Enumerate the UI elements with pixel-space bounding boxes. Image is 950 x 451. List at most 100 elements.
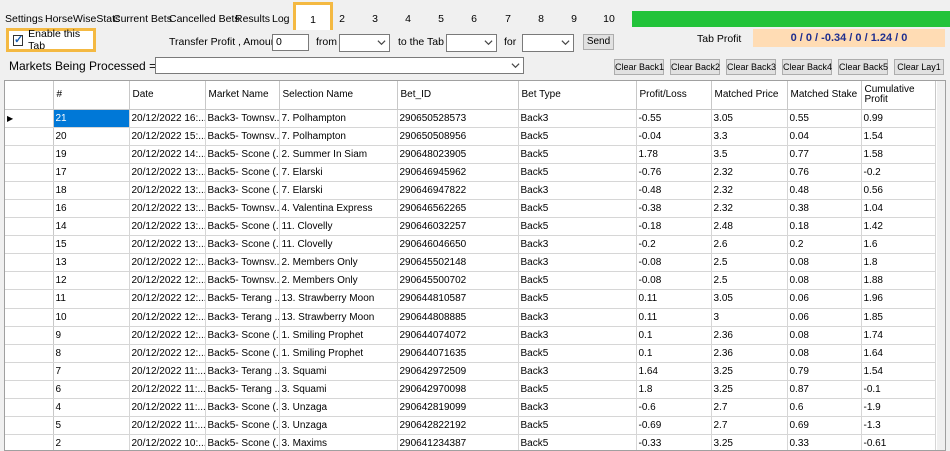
table-cell[interactable]: 4: [53, 398, 130, 418]
column-header-bet-type[interactable]: Bet Type: [518, 81, 637, 110]
table-cell[interactable]: 0.55: [787, 109, 862, 128]
row-header[interactable]: [5, 181, 54, 200]
table-row[interactable]: 9 20/12/2022 12:... Back3- Scone (... 1. Sm…: [5, 326, 936, 345]
table-cell[interactable]: Back3- Scone (...: [205, 181, 280, 200]
table-cell[interactable]: 20/12/2022 13:...: [129, 217, 206, 237]
table-cell[interactable]: -0.48: [636, 181, 712, 200]
table-cell[interactable]: 0.1: [636, 326, 712, 345]
clear-lay1-button[interactable]: Clear Lay1: [894, 59, 944, 75]
table-cell[interactable]: 0.33: [787, 434, 862, 450]
table-cell[interactable]: Back5- Terang ...: [205, 380, 280, 400]
row-header[interactable]: [5, 398, 54, 418]
table-cell[interactable]: 3.5: [711, 145, 788, 164]
table-cell[interactable]: Back3- Townsv...: [205, 253, 280, 273]
table-row[interactable]: 7 20/12/2022 11:... Back3- Terang ... 3. Sq…: [5, 362, 936, 381]
table-cell[interactable]: -0.08: [636, 253, 712, 273]
table-cell[interactable]: 2.5: [711, 253, 788, 273]
column-header-selection-name[interactable]: Selection Name: [279, 81, 398, 110]
to-tab-dropdown[interactable]: [446, 34, 497, 52]
clear-back3-button[interactable]: Clear Back3: [726, 59, 776, 75]
table-cell[interactable]: 290644074072: [397, 326, 519, 345]
table-cell[interactable]: 290648023905: [397, 145, 519, 164]
table-cell[interactable]: Back5: [518, 434, 637, 450]
table-cell[interactable]: Back5: [518, 271, 637, 291]
row-header[interactable]: [5, 253, 54, 273]
table-cell[interactable]: 20/12/2022 11:...: [129, 398, 206, 418]
table-cell[interactable]: 290644071635: [397, 344, 519, 363]
table-cell[interactable]: 0.06: [787, 308, 862, 327]
table-cell[interactable]: 0.69: [787, 416, 862, 436]
table-cell[interactable]: 0.77: [787, 145, 862, 164]
table-cell[interactable]: 1.42: [861, 217, 936, 237]
table-cell[interactable]: 0.6: [787, 398, 862, 418]
table-cell[interactable]: 1.96: [861, 289, 936, 309]
table-cell[interactable]: 290642822192: [397, 416, 519, 436]
table-cell[interactable]: -0.76: [636, 163, 712, 182]
table-cell[interactable]: -0.6: [636, 398, 712, 418]
table-cell[interactable]: 1. Smiling Prophet: [279, 344, 398, 363]
row-header[interactable]: [5, 199, 54, 219]
table-cell[interactable]: Back5- Scone (...: [205, 217, 280, 237]
table-cell[interactable]: Back3: [518, 253, 637, 273]
table-cell[interactable]: 0.11: [636, 289, 712, 309]
table-cell[interactable]: 7: [53, 362, 130, 381]
tab-horsewisestats[interactable]: HorseWiseStats: [45, 8, 120, 30]
table-cell[interactable]: 2.32: [711, 199, 788, 219]
table-cell[interactable]: 0.79: [787, 362, 862, 381]
table-cell[interactable]: 290641234387: [397, 434, 519, 450]
table-cell[interactable]: 16: [53, 199, 130, 219]
table-cell[interactable]: 1.88: [861, 271, 936, 291]
table-cell[interactable]: Back5- Townsv...: [205, 271, 280, 291]
table-cell[interactable]: 1.54: [861, 362, 936, 381]
tab-7[interactable]: 7: [493, 8, 523, 30]
table-cell[interactable]: 0.08: [787, 326, 862, 345]
table-cell[interactable]: 3.25: [711, 434, 788, 450]
for-dropdown[interactable]: [522, 34, 574, 52]
table-cell[interactable]: -0.69: [636, 416, 712, 436]
table-cell[interactable]: 12: [53, 271, 130, 291]
table-cell[interactable]: 3. Unzaga: [279, 416, 398, 436]
table-cell[interactable]: Back3- Terang ...: [205, 308, 280, 327]
table-cell[interactable]: Back5: [518, 289, 637, 309]
table-cell[interactable]: 15: [53, 235, 130, 255]
table-cell[interactable]: 20/12/2022 11:...: [129, 416, 206, 436]
table-cell[interactable]: 1.64: [861, 344, 936, 363]
table-cell[interactable]: Back5: [518, 199, 637, 219]
table-cell[interactable]: -0.2: [636, 235, 712, 255]
table-cell[interactable]: 21: [53, 109, 130, 128]
table-row[interactable]: 2 20/12/2022 10:... Back5- Scone (... 3. Ma…: [5, 434, 936, 450]
column-header-cumulative-profit[interactable]: Cumulative Profit: [861, 81, 936, 110]
tab-current-bets[interactable]: Current Bets: [113, 8, 172, 30]
table-cell[interactable]: Back5: [518, 163, 637, 182]
table-cell[interactable]: 2. Members Only: [279, 253, 398, 273]
row-header[interactable]: [5, 344, 54, 363]
enable-tab-checkbox[interactable]: Enable this Tab: [6, 28, 96, 52]
table-cell[interactable]: 0.08: [787, 253, 862, 273]
table-cell[interactable]: 20/12/2022 13:...: [129, 163, 206, 182]
row-header[interactable]: [5, 362, 54, 381]
table-cell[interactable]: 13. Strawberry Moon: [279, 289, 398, 309]
table-cell[interactable]: 7. Polhampton: [279, 127, 398, 146]
column-header-matched-price[interactable]: Matched Price: [711, 81, 788, 110]
table-cell[interactable]: -0.04: [636, 127, 712, 146]
table-cell[interactable]: 20/12/2022 12:...: [129, 344, 206, 363]
table-cell[interactable]: 20/12/2022 11:...: [129, 362, 206, 381]
table-cell[interactable]: Back5: [518, 416, 637, 436]
table-cell[interactable]: 290646562265: [397, 199, 519, 219]
table-cell[interactable]: 0.38: [787, 199, 862, 219]
table-cell[interactable]: 14: [53, 217, 130, 237]
table-cell[interactable]: 2.7: [711, 416, 788, 436]
table-cell[interactable]: Back3: [518, 109, 637, 128]
bets-grid[interactable]: # Date Market Name Selection Name Bet_ID…: [4, 80, 946, 451]
tab-5[interactable]: 5: [426, 8, 456, 30]
table-cell[interactable]: -0.38: [636, 199, 712, 219]
table-cell[interactable]: Back3: [518, 398, 637, 418]
table-cell[interactable]: 0.08: [787, 271, 862, 291]
table-cell[interactable]: Back3: [518, 362, 637, 381]
clear-back2-button[interactable]: Clear Back2: [670, 59, 720, 75]
table-cell[interactable]: 7. Polhampton: [279, 109, 398, 128]
table-cell[interactable]: 290642972509: [397, 362, 519, 381]
table-cell[interactable]: 0.1: [636, 344, 712, 363]
table-cell[interactable]: 1.58: [861, 145, 936, 164]
table-cell[interactable]: 0.48: [787, 181, 862, 200]
